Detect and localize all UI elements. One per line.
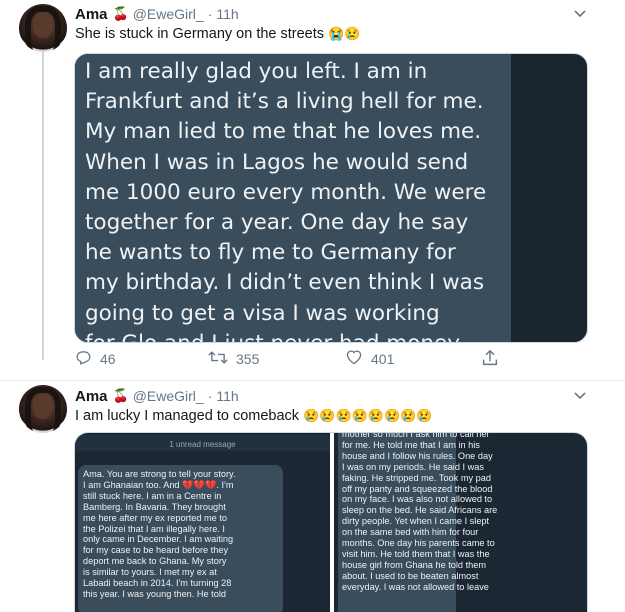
tweet-text: She is stuck in Germany on the streets 😭… — [75, 26, 360, 42]
retweet-button[interactable]: 355 — [208, 349, 259, 369]
chevron-down-icon[interactable] — [574, 10, 586, 18]
timestamp[interactable]: 11h — [216, 388, 238, 404]
cherry-emoji: 🍒 — [112, 388, 129, 404]
chat-message-text: mother so much I ask him to call her for… — [342, 432, 498, 592]
tweet-1[interactable]: Ama 🍒 @EweGirl_ · 11h She is stuck in Ge… — [0, 0, 625, 380]
avatar[interactable] — [19, 4, 67, 52]
chat-message-text: Ama. You are strong to tell your story. … — [83, 469, 236, 599]
chevron-down-icon[interactable] — [574, 392, 586, 400]
thread-line — [42, 52, 44, 360]
tweet-media-grid[interactable]: 1 unread message Ama. You are strong to … — [74, 432, 588, 612]
reply-button[interactable]: 46 — [75, 349, 116, 369]
media-left-image[interactable]: 1 unread message Ama. You are strong to … — [75, 433, 330, 612]
share-icon — [482, 349, 506, 370]
tweet-text-body: I am lucky I managed to comeback — [75, 408, 300, 424]
tweet-media[interactable]: I am really glad you left. I am in Frank… — [74, 53, 588, 343]
media-right-image[interactable]: mother so much I ask him to call her for… — [334, 432, 587, 612]
tweet-header: Ama 🍒 @EweGirl_ · 11h — [75, 5, 239, 23]
tweet-text: I am lucky I managed to comeback 😢😢😢😢😢😢😢… — [75, 408, 433, 424]
reply-icon — [75, 349, 100, 369]
chat-message-text: I am really glad you left. I am in Frank… — [85, 59, 487, 342]
retweet-count: 355 — [236, 351, 260, 367]
heart-icon — [345, 349, 371, 368]
retweet-icon — [208, 349, 236, 369]
like-count: 401 — [371, 350, 395, 367]
separator-dot: · — [207, 388, 213, 404]
tweet-text-body: She is stuck in Germany on the streets — [75, 26, 325, 42]
author-handle[interactable]: @EweGirl_ — [133, 388, 204, 404]
timestamp[interactable]: 11h — [216, 6, 238, 22]
author-name[interactable]: Ama — [75, 6, 108, 23]
like-button[interactable]: 401 — [345, 349, 394, 368]
cherry-emoji: 🍒 — [112, 6, 129, 22]
avatar[interactable] — [19, 385, 67, 433]
tweet-text-emoji: 😢😢😢😢😢😢😢😢 — [303, 408, 433, 423]
author-name[interactable]: Ama — [75, 388, 108, 405]
tweet-text-emoji: 😭😢 — [328, 26, 361, 41]
unread-label: 1 unread message — [169, 440, 236, 449]
separator-dot: · — [207, 6, 213, 22]
share-button[interactable] — [482, 349, 506, 370]
reply-count: 46 — [100, 351, 116, 367]
author-handle[interactable]: @EweGirl_ — [133, 6, 204, 22]
tweet-header: Ama 🍒 @EweGirl_ · 11h — [75, 387, 239, 405]
tweet-actions: 46 355 401 — [75, 349, 515, 369]
